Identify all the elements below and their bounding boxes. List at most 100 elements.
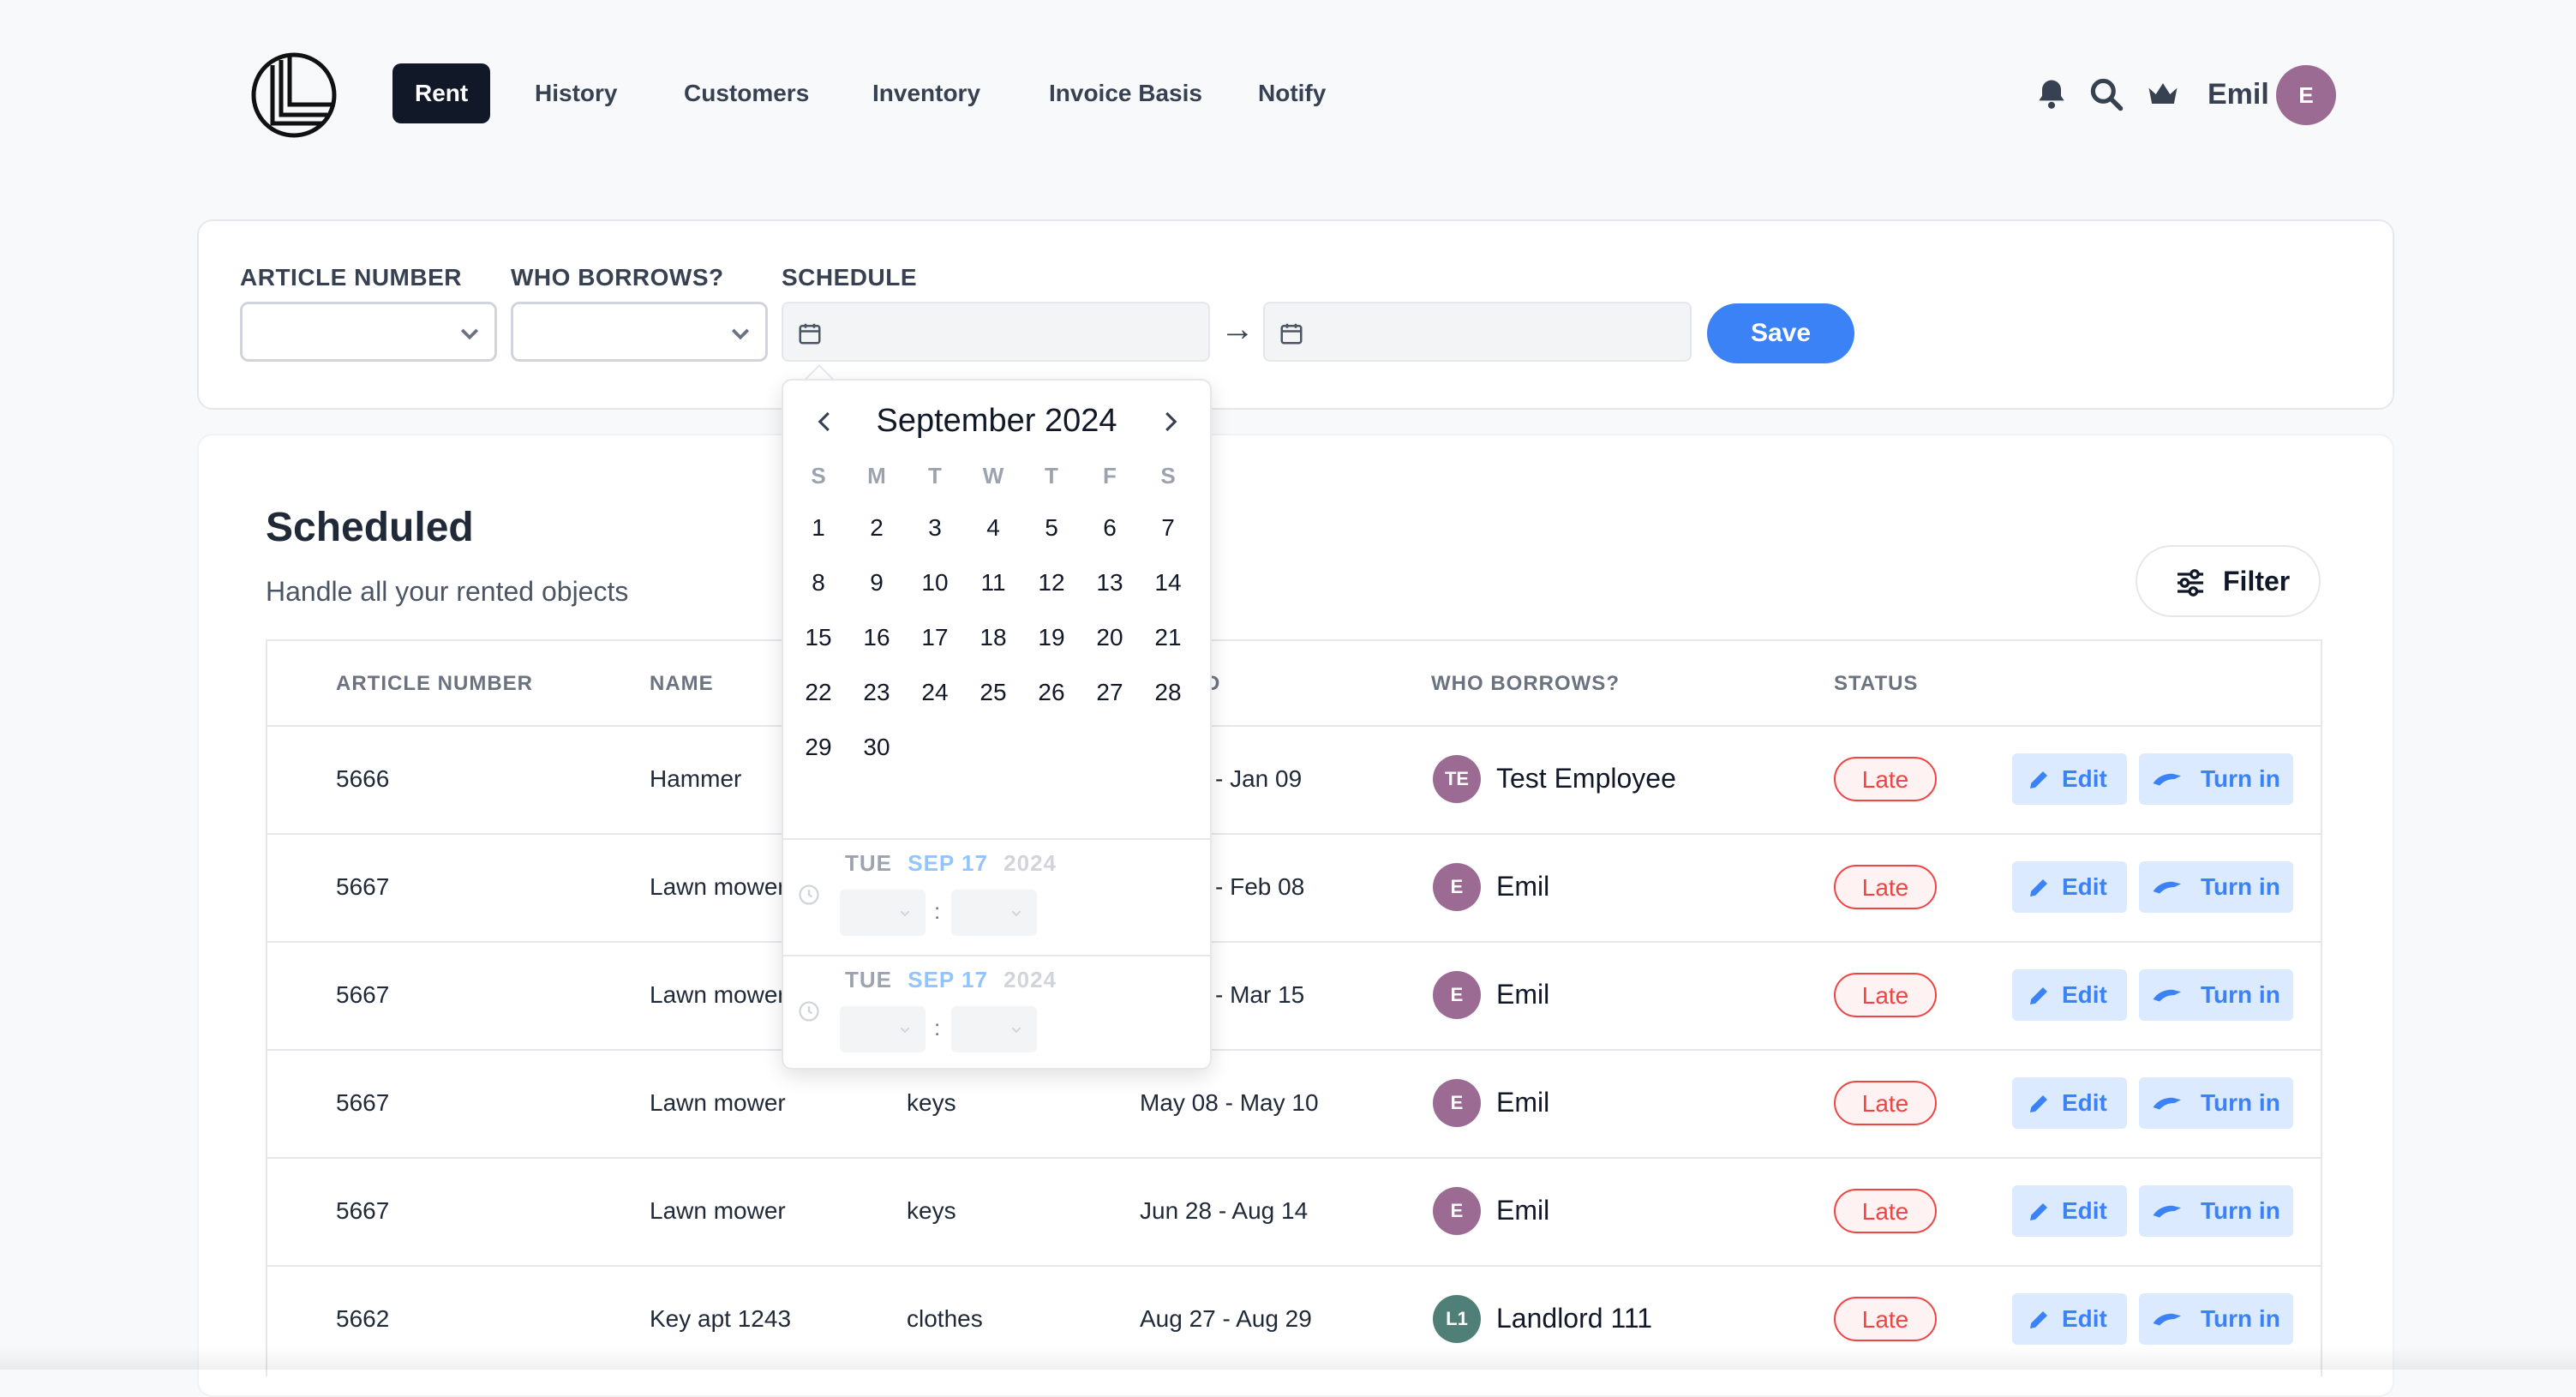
edit-button[interactable]: Edit <box>2012 1185 2127 1237</box>
calendar-day[interactable]: 5 <box>1026 507 1077 549</box>
end-minute-select[interactable] <box>951 1006 1037 1052</box>
status-badge: Late <box>1834 1189 1937 1233</box>
chevron-right-icon[interactable] <box>1157 406 1183 437</box>
borrower-avatar: E <box>1433 863 1481 911</box>
calendar-day[interactable]: 11 <box>967 562 1019 603</box>
nav-invoice-basis[interactable]: Invoice Basis <box>1027 63 1225 123</box>
end-date: SEP 17 <box>908 967 988 992</box>
calendar-day[interactable]: 2 <box>851 507 902 549</box>
borrower-avatar: L1 <box>1433 1295 1481 1343</box>
end-year: 2024 <box>1003 967 1057 992</box>
nav-notify[interactable]: Notify <box>1236 63 1348 123</box>
calendar-day[interactable]: 13 <box>1084 562 1135 603</box>
calendar-day[interactable]: 8 <box>793 562 844 603</box>
edit-button[interactable]: Edit <box>2012 861 2127 913</box>
edit-button[interactable]: Edit <box>2012 1293 2127 1345</box>
calendar-day[interactable]: 23 <box>851 672 902 713</box>
bottom-fade <box>0 1346 2576 1370</box>
cell-period: - Jan 09 <box>1215 765 1303 792</box>
chevron-down-icon <box>1011 1027 1021 1034</box>
edit-button[interactable]: Edit <box>2012 1077 2127 1129</box>
calendar-day[interactable]: 25 <box>967 672 1019 713</box>
chevron-down-icon <box>900 1027 910 1034</box>
cell-borrower: Emil <box>1496 871 1550 902</box>
header-who-borrows: WHO BORROWS? <box>1431 672 1620 695</box>
filter-button[interactable]: Filter <box>2136 545 2321 617</box>
calendar-day[interactable]: 26 <box>1026 672 1077 713</box>
header-article-number: ARTICLE NUMBER <box>336 672 533 695</box>
turn-in-button[interactable]: Turn in <box>2139 861 2293 913</box>
filter-label: Filter <box>2223 566 2291 597</box>
calendar-day[interactable]: 6 <box>1084 507 1135 549</box>
calendar-day[interactable]: 15 <box>793 617 844 658</box>
bell-icon[interactable] <box>2033 75 2070 113</box>
row-divider <box>267 1265 2321 1267</box>
who-borrows-select[interactable] <box>511 302 768 362</box>
calendar-day[interactable]: 14 <box>1142 562 1194 603</box>
user-name[interactable]: Emil <box>2208 75 2269 113</box>
article-number-label: ARTICLE NUMBER <box>240 264 462 291</box>
calendar-day[interactable]: 3 <box>909 507 961 549</box>
chevron-down-icon <box>1011 910 1021 917</box>
calendar-day[interactable]: 22 <box>793 672 844 713</box>
crown-icon[interactable] <box>2144 75 2182 113</box>
calendar-day[interactable]: 17 <box>909 617 961 658</box>
turn-in-button[interactable]: Turn in <box>2139 753 2293 805</box>
cell-period: - Feb 08 <box>1215 873 1305 900</box>
turn-in-button[interactable]: Turn in <box>2139 1293 2293 1345</box>
nav-customers[interactable]: Customers <box>662 63 831 123</box>
weekday-label: S <box>811 463 826 489</box>
date-picker-popup: September 2024 SMTWTFS 1 2 3 4 5 6 7 8 9 10 11 12 13… <box>782 379 1212 1070</box>
turn-in-label: Turn in <box>2201 873 2280 900</box>
calendar-day[interactable]: 12 <box>1026 562 1077 603</box>
edit-button[interactable]: Edit <box>2012 753 2127 805</box>
calendar-day[interactable]: 28 <box>1142 672 1194 713</box>
schedule-label: SCHEDULE <box>782 264 918 291</box>
schedule-start-input[interactable] <box>782 302 1210 362</box>
save-button[interactable]: Save <box>1707 303 1854 363</box>
calendar-day[interactable]: 19 <box>1026 617 1077 658</box>
nav-inventory[interactable]: Inventory <box>850 63 1003 123</box>
article-number-select[interactable] <box>240 302 497 362</box>
calendar-day[interactable]: 18 <box>967 617 1019 658</box>
edit-label: Edit <box>2062 873 2107 900</box>
start-hour-select[interactable] <box>840 890 926 936</box>
calendar-day[interactable]: 30 <box>851 727 902 768</box>
calendar-day[interactable]: 1 <box>793 507 844 549</box>
calendar-day[interactable]: 21 <box>1142 617 1194 658</box>
schedule-end-input[interactable] <box>1263 302 1692 362</box>
end-hour-select[interactable] <box>840 1006 926 1052</box>
calendar-day[interactable]: 7 <box>1142 507 1194 549</box>
row-divider <box>267 1157 2321 1159</box>
calendar-day[interactable]: 29 <box>793 727 844 768</box>
weekday-label: W <box>982 463 1004 489</box>
pencil-icon <box>2030 771 2047 788</box>
turn-in-button[interactable]: Turn in <box>2139 969 2293 1021</box>
start-minute-select[interactable] <box>951 890 1037 936</box>
cell-name: Lawn mower <box>650 1089 786 1116</box>
cell-category: keys <box>907 1089 956 1116</box>
start-date: SEP 17 <box>908 850 988 876</box>
nav-rent[interactable]: Rent <box>392 63 491 123</box>
calendar-day[interactable]: 20 <box>1084 617 1135 658</box>
calendar-day[interactable]: 27 <box>1084 672 1135 713</box>
turn-in-button[interactable]: Turn in <box>2139 1185 2293 1237</box>
scheduled-title: Scheduled <box>266 505 474 550</box>
return-icon <box>2153 1205 2181 1218</box>
turn-in-button[interactable]: Turn in <box>2139 1077 2293 1129</box>
user-avatar[interactable]: E <box>2276 65 2336 125</box>
calendar-day[interactable]: 24 <box>909 672 961 713</box>
search-icon[interactable] <box>2088 75 2125 113</box>
nav-history[interactable]: History <box>512 63 639 123</box>
pencil-icon <box>2030 879 2047 896</box>
date-range-arrow: → <box>1220 310 1255 348</box>
calendar-day[interactable]: 4 <box>967 507 1019 549</box>
calendar-day[interactable]: 10 <box>909 562 961 603</box>
edit-label: Edit <box>2062 1089 2107 1116</box>
calendar-day[interactable]: 9 <box>851 562 902 603</box>
company-logo[interactable] <box>250 51 338 139</box>
calendar-day[interactable]: 16 <box>851 617 902 658</box>
edit-button[interactable]: Edit <box>2012 969 2127 1021</box>
cell-name: Lawn mower <box>650 873 786 900</box>
row-divider <box>267 725 2321 727</box>
